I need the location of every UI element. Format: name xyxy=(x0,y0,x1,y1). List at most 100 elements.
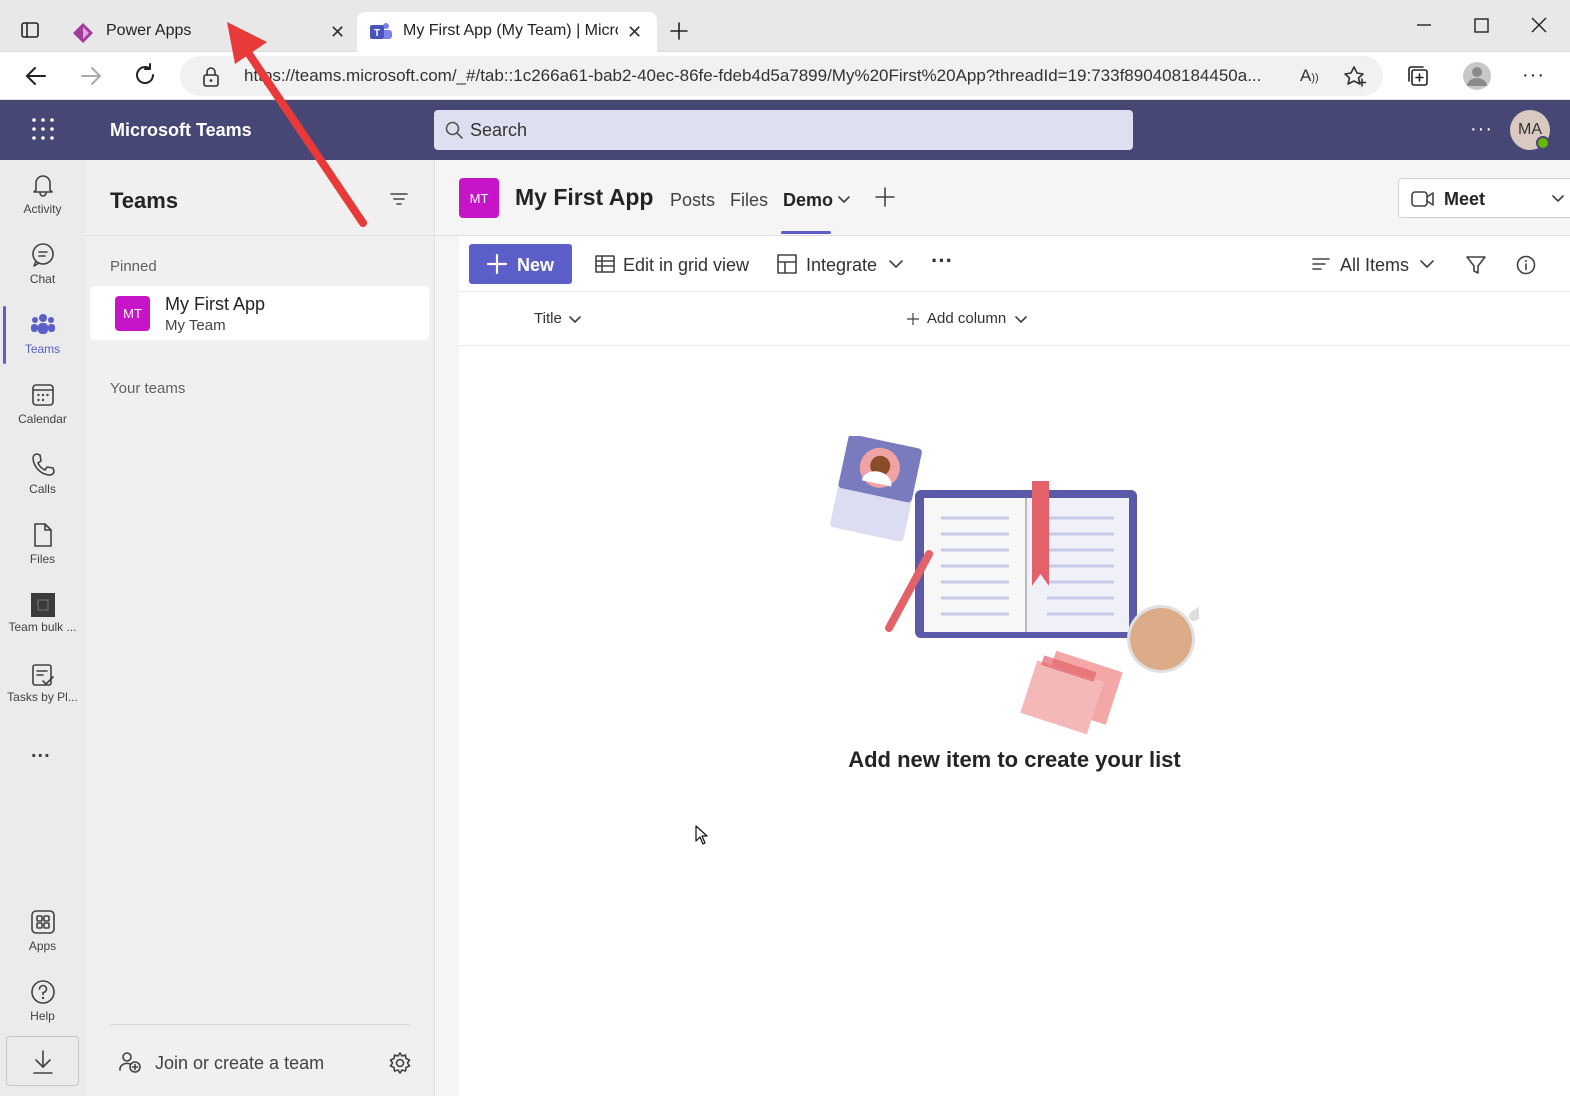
rail-item-files[interactable]: Files xyxy=(0,510,85,580)
refresh-icon[interactable] xyxy=(133,63,157,87)
gear-icon[interactable] xyxy=(388,1051,412,1075)
pinned-team-subtitle: My Team xyxy=(165,317,226,334)
tab-actions-icon[interactable] xyxy=(20,20,40,40)
rail-item-apps[interactable]: Apps xyxy=(0,897,85,967)
app-tile-icon xyxy=(30,592,56,618)
tab-label: Power Apps xyxy=(106,22,192,39)
rail-item-calendar[interactable]: Calendar xyxy=(0,370,85,440)
rail-item-teams[interactable]: Teams xyxy=(0,300,85,370)
more-commands-button[interactable]: ··· xyxy=(931,248,953,274)
rail-item-activity[interactable]: Activity xyxy=(0,160,85,230)
chevron-down-icon xyxy=(1552,195,1564,203)
rail-item-tasks[interactable]: Tasks by Pl... xyxy=(0,650,85,720)
tasks-icon xyxy=(30,662,56,688)
new-item-button[interactable]: New xyxy=(469,244,572,284)
add-column-button[interactable]: Add column xyxy=(927,310,1006,327)
more-apps-icon[interactable]: ... xyxy=(31,740,51,763)
back-icon[interactable] xyxy=(24,64,48,88)
filter-icon[interactable] xyxy=(1466,255,1486,275)
meet-button[interactable]: Meet xyxy=(1398,178,1541,218)
collections-icon[interactable] xyxy=(1406,64,1430,88)
maximize-icon[interactable] xyxy=(1474,18,1490,34)
empty-list-illustration xyxy=(829,436,1199,736)
download-icon xyxy=(31,1049,55,1075)
tab-demo[interactable]: Demo xyxy=(783,190,833,211)
info-icon[interactable] xyxy=(1516,255,1536,275)
chevron-down-icon[interactable] xyxy=(889,260,903,269)
bell-icon xyxy=(30,172,56,198)
team-badge: MT xyxy=(115,296,150,331)
chevron-down-icon[interactable] xyxy=(838,196,850,204)
close-window-icon[interactable] xyxy=(1531,17,1547,33)
integrate-button[interactable]: Integrate xyxy=(806,255,877,276)
column-title[interactable]: Title xyxy=(534,310,562,327)
presence-available-icon xyxy=(1536,136,1550,150)
chevron-down-icon[interactable] xyxy=(1015,316,1027,324)
channel-header: MT My First App Posts Files Demo Meet xyxy=(435,160,1570,236)
active-tab-indicator xyxy=(781,231,831,234)
rail-item-chat[interactable]: Chat xyxy=(0,230,85,300)
list-column-header: Title Add column xyxy=(459,292,1570,346)
teams-list-panel: Teams Pinned MT My First App My Team You… xyxy=(85,160,435,1096)
tab-label: My First App (My Team) | Microsoft Teams xyxy=(403,22,618,39)
divider xyxy=(110,1024,410,1025)
edit-grid-view-button[interactable]: Edit in grid view xyxy=(623,255,749,276)
join-team-label[interactable]: Join or create a team xyxy=(155,1053,324,1074)
plus-icon[interactable] xyxy=(907,313,919,325)
mouse-cursor-icon xyxy=(695,825,709,845)
forward-icon[interactable] xyxy=(79,64,103,88)
plus-icon xyxy=(487,254,507,274)
browser-tab-teams[interactable]: T My First App (My Team) | Microsoft Tea… xyxy=(357,12,657,52)
empty-list-message: Add new item to create your list xyxy=(848,747,1181,772)
add-tab-icon[interactable] xyxy=(875,187,895,207)
chat-icon xyxy=(30,242,56,268)
chevron-down-icon[interactable] xyxy=(569,316,581,324)
channel-title: My First App xyxy=(515,184,654,210)
new-tab-icon[interactable] xyxy=(668,20,690,42)
view-lines-icon[interactable] xyxy=(1312,257,1330,271)
lock-icon[interactable] xyxy=(202,67,220,87)
integrate-icon[interactable] xyxy=(777,254,797,274)
tab-posts[interactable]: Posts xyxy=(670,190,715,211)
meet-dropdown-button[interactable] xyxy=(1540,178,1570,218)
teams-people-icon xyxy=(30,312,56,338)
settings-more-icon[interactable]: ··· xyxy=(1470,118,1493,141)
rail-item-help[interactable]: Help xyxy=(0,967,85,1037)
search-box[interactable] xyxy=(434,110,1133,150)
file-icon xyxy=(30,522,56,548)
download-button[interactable] xyxy=(6,1036,79,1086)
apps-grid-icon xyxy=(30,909,56,935)
minimize-icon[interactable] xyxy=(1416,24,1432,28)
rail-item-calls[interactable]: Calls xyxy=(0,440,85,510)
view-selector[interactable]: All Items xyxy=(1340,255,1409,276)
chevron-down-icon[interactable] xyxy=(1420,260,1434,269)
url-text[interactable]: https://teams.microsoft.com/_#/tab::1c26… xyxy=(244,66,1284,86)
filter-lines-icon[interactable] xyxy=(390,191,408,207)
your-teams-label: Your teams xyxy=(110,380,186,397)
pinned-team-item[interactable]: MT My First App My Team xyxy=(90,286,429,340)
meet-label: Meet xyxy=(1444,189,1486,209)
add-people-icon xyxy=(118,1050,142,1074)
phone-icon xyxy=(30,452,56,478)
read-aloud-icon[interactable]: A)) xyxy=(1300,66,1319,86)
search-icon xyxy=(445,121,463,139)
main-content: MT My First App Posts Files Demo Meet Ne… xyxy=(435,160,1570,1096)
annotation-arrow xyxy=(225,22,375,232)
app-launcher-icon[interactable] xyxy=(31,117,55,141)
grid-view-icon[interactable] xyxy=(595,254,615,274)
tab-files[interactable]: Files xyxy=(730,190,768,211)
calendar-icon xyxy=(30,382,56,408)
search-input[interactable] xyxy=(470,110,1120,150)
pinned-label: Pinned xyxy=(110,258,157,275)
video-camera-icon xyxy=(1411,189,1435,209)
rail-item-team-bulk[interactable]: Team bulk ... xyxy=(0,580,85,650)
browser-menu-icon[interactable]: ··· xyxy=(1522,65,1545,85)
favorite-star-icon[interactable] xyxy=(1343,65,1367,87)
team-badge: MT xyxy=(459,178,499,218)
power-apps-icon xyxy=(72,22,94,44)
close-tab-icon[interactable]: ✕ xyxy=(627,22,642,43)
pinned-team-name: My First App xyxy=(165,294,266,314)
profile-icon[interactable] xyxy=(1462,61,1492,91)
help-icon xyxy=(30,979,56,1005)
list-command-bar: New Edit in grid view Integrate ··· All … xyxy=(459,236,1570,292)
